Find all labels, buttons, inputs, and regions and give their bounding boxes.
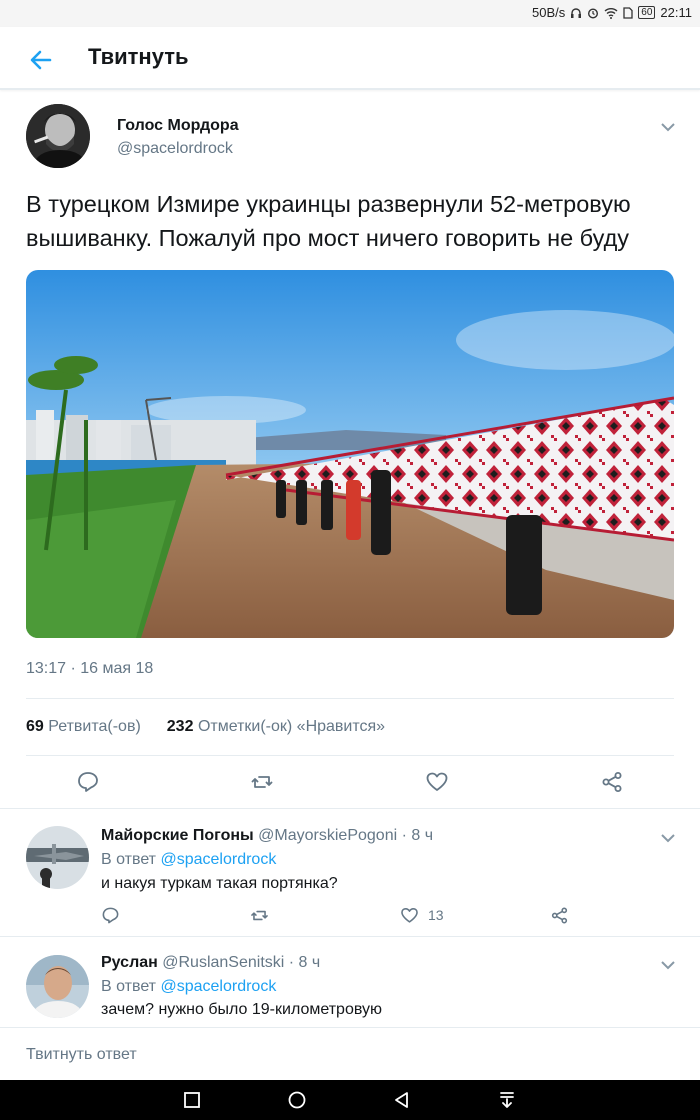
wifi-icon <box>604 7 618 19</box>
reply-to-line: В ответ @spacelordrock <box>101 851 276 869</box>
reply-author-handle[interactable]: @RuslanSenitski <box>162 954 284 971</box>
page-title: Твитнуть <box>88 44 189 69</box>
compose-reply-bar <box>0 1027 700 1080</box>
chevron-down-icon[interactable] <box>660 833 676 843</box>
likes-count: 232 <box>166 718 194 735</box>
tweet-photo[interactable] <box>26 270 674 638</box>
retweet-count: 69 <box>26 718 44 735</box>
battery-indicator: 60 <box>638 6 656 19</box>
like-heart-icon[interactable] <box>400 906 419 925</box>
retweet-label: Ретвита(-ов) <box>48 718 141 735</box>
share-icon[interactable] <box>550 906 569 925</box>
retweet-stat[interactable]: 69 Ретвита(-ов) <box>26 718 141 736</box>
sim-icon <box>623 6 633 19</box>
clock: 22:11 <box>660 5 692 20</box>
back-arrow-icon[interactable] <box>28 47 54 73</box>
reply-icon[interactable] <box>76 770 100 794</box>
app-bar: Твитнуть <box>0 27 700 90</box>
retweet-icon[interactable] <box>250 906 269 925</box>
chevron-down-icon[interactable] <box>660 122 676 132</box>
home-icon[interactable] <box>287 1090 307 1110</box>
reply-author-name[interactable]: Майорские Погоны <box>101 827 254 844</box>
like-heart-icon[interactable] <box>425 770 449 794</box>
reply-header: Майорские Погоны @MayorskiePogoni · 8 ч <box>101 827 433 845</box>
alarm-icon <box>588 7 599 19</box>
reply-header: Руслан @RuslanSenitski · 8 ч <box>101 954 320 972</box>
headset-icon <box>571 7 582 18</box>
like-count: 13 <box>428 907 444 923</box>
chevron-down-icon[interactable] <box>660 960 676 970</box>
reply-time: · 8 ч <box>288 954 321 971</box>
share-icon[interactable] <box>600 770 624 794</box>
reply-author-handle[interactable]: @MayorskiePogoni <box>258 827 397 844</box>
reply-to-prefix: В ответ <box>101 851 157 868</box>
tweet-stats: 69 Ретвита(-ов) 232 Отметки(-ок) «Нравит… <box>26 718 385 736</box>
recent-apps-icon[interactable] <box>182 1090 202 1110</box>
reply-text: и накуя туркам такая портянка? <box>101 875 338 892</box>
reply-to-prefix: В ответ <box>101 978 157 995</box>
reply-to-handle[interactable]: @spacelordrock <box>160 978 276 995</box>
author-handle[interactable]: @spacelordrock <box>117 140 233 158</box>
tweet-text: В турецком Измире украинцы развернули 52… <box>26 191 631 251</box>
likes-label: Отметки(-ок) «Нравится» <box>197 718 386 735</box>
main-tweet: Голос Мордора @spacelordrock В турецком … <box>0 92 700 808</box>
retweet-icon[interactable] <box>250 770 274 794</box>
reply-avatar[interactable] <box>26 955 89 1018</box>
reply-item[interactable]: Майорские Погоны @MayorskiePogoni · 8 ч … <box>0 809 700 936</box>
tweet-timestamp: 13:17 · 16 мая 18 <box>26 660 154 677</box>
notification-pulldown-icon[interactable] <box>497 1090 517 1110</box>
status-icons: 50B/s 60 22:11 <box>532 5 692 20</box>
reply-icon[interactable] <box>101 906 120 925</box>
reply-time: · 8 ч <box>401 827 434 844</box>
reply-text: зачем? нужно было 19-километровую <box>101 1001 382 1018</box>
reply-input[interactable] <box>26 1046 626 1064</box>
divider <box>26 755 674 756</box>
likes-stat[interactable]: 232 Отметки(-ок) «Нравится» <box>167 718 385 736</box>
back-triangle-icon[interactable] <box>392 1090 412 1110</box>
system-navigation-bar <box>0 1080 700 1120</box>
reply-to-handle[interactable]: @spacelordrock <box>160 851 276 868</box>
author-avatar[interactable] <box>26 104 90 168</box>
author-name[interactable]: Голос Мордора <box>117 117 239 135</box>
reply-to-line: В ответ @spacelordrock <box>101 978 276 996</box>
network-speed: 50B/s <box>532 5 566 20</box>
reply-avatar[interactable] <box>26 826 89 889</box>
divider <box>26 698 674 699</box>
status-bar: 50B/s 60 22:11 <box>0 0 700 27</box>
reply-item[interactable]: Руслан @RuslanSenitski · 8 ч В ответ @sp… <box>0 937 700 1027</box>
reply-author-name[interactable]: Руслан <box>101 954 158 971</box>
